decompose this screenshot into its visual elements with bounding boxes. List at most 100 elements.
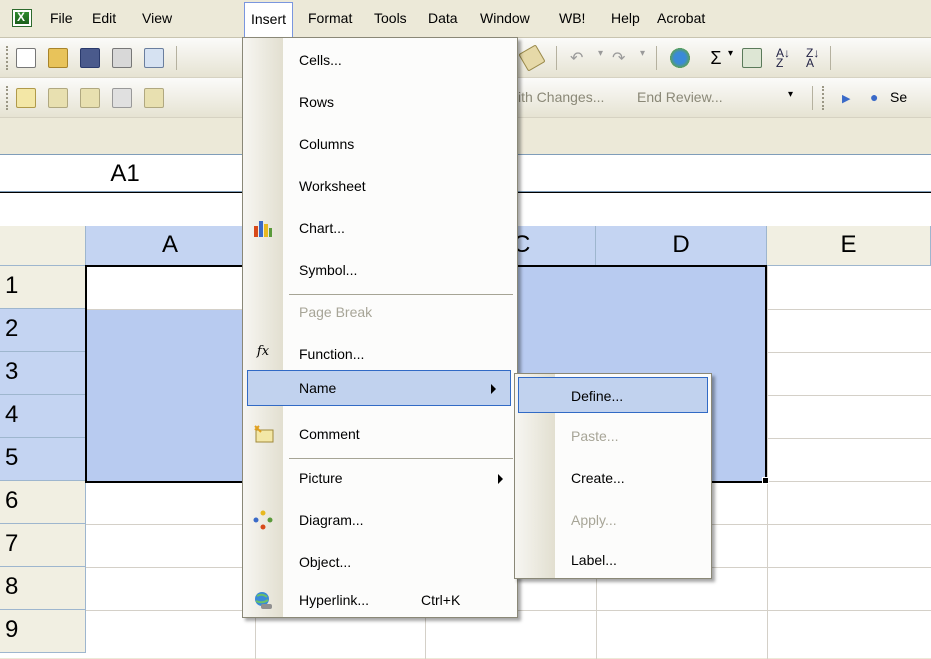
menu-window[interactable]: Window [480,10,530,26]
print-preview-icon[interactable] [144,48,164,68]
menu-item-picture[interactable]: Picture [243,458,517,500]
menu-item-rows[interactable]: Rows [243,82,517,124]
menu-item-label: Create... [571,470,625,486]
menu-tools[interactable]: Tools [374,10,407,26]
toolbar-grip[interactable] [6,46,9,70]
submenu-item-apply[interactable]: Apply... [515,500,711,542]
row-header-5[interactable]: 5 [0,438,86,481]
save-icon[interactable] [80,48,100,68]
menu-item-comment[interactable]: Comment [243,414,517,456]
redo-dropdown-icon[interactable]: ▾ [640,48,660,68]
undo-icon[interactable]: ↶ [570,48,590,68]
redo-icon[interactable]: ↷ [612,48,632,68]
menu-item-label: Chart... [299,220,345,236]
new-comment-icon[interactable] [16,88,36,108]
end-review-button[interactable]: End Review... [637,89,723,105]
menu-item-symbol[interactable]: Symbol... [243,250,517,292]
menu-item-label: Apply... [571,512,617,528]
menu-acrobat[interactable]: Acrobat [657,10,705,26]
menu-item-label: Columns [299,136,355,152]
row-header-6[interactable]: 6 [0,481,86,524]
row-header-3[interactable]: 3 [0,352,86,395]
menu-bar: File Edit View Insert Format Tools Data … [0,0,931,38]
submenu-arrow-icon [491,384,496,394]
submenu-item-label[interactable]: Label... [515,540,711,582]
toolbar-grip[interactable] [822,86,825,110]
security-button[interactable]: Se [890,89,907,105]
name-box[interactable]: A1 [0,154,250,192]
diagram-icon [253,510,273,530]
menu-item-label: Worksheet [299,178,366,194]
format-painter-icon[interactable] [518,44,546,72]
menu-help[interactable]: Help [611,10,640,26]
show-comment-icon[interactable] [112,88,132,108]
submenu-item-create[interactable]: Create... [515,458,711,500]
grid-line [767,266,768,659]
insert-menu: Cells... Rows Columns Worksheet Chart...… [242,37,518,618]
toolbar-separator [656,46,657,70]
menu-format[interactable]: Format [308,10,352,26]
menu-item-shortcut: Ctrl+K [421,592,461,608]
menu-item-label: Picture [299,470,343,486]
toolbar-grip[interactable] [6,86,9,110]
print-icon[interactable] [112,48,132,68]
submenu-arrow-icon [498,474,503,484]
menu-item-label: Define... [571,388,624,404]
chart-icon [253,218,273,238]
toolbar-separator [176,46,177,70]
menu-item-label: Name [299,380,337,396]
menu-file[interactable]: File [50,10,73,26]
row-header-1[interactable]: 1 [0,266,86,309]
menu-data[interactable]: Data [428,10,458,26]
excel-app-icon[interactable] [12,9,32,27]
column-header-e[interactable]: E [767,226,931,266]
name-submenu: Define... Paste... Create... Apply... La… [514,373,712,579]
security-icon[interactable]: ● [870,89,878,105]
menu-insert[interactable]: Insert [244,2,294,38]
new-icon[interactable] [16,48,36,68]
menu-wb[interactable]: WB! [559,10,585,26]
next-comment-icon[interactable] [80,88,100,108]
toolbar-separator [830,46,831,70]
fill-handle[interactable] [762,477,769,484]
menu-item-page-break[interactable]: Page Break [243,292,517,334]
menu-item-diagram[interactable]: Diagram... [243,500,517,542]
autosum-icon[interactable]: Σ [706,48,726,68]
menu-item-label: Cells... [299,52,342,68]
reply-with-changes-button[interactable]: ith Changes... [518,89,604,105]
sort-descending-icon[interactable]: Z↓ A [806,47,826,69]
hyperlink-icon [253,590,273,610]
menu-item-columns[interactable]: Columns [243,124,517,166]
row-header-4[interactable]: 4 [0,395,86,438]
insert-hyperlink-icon[interactable] [670,48,690,68]
select-all-corner[interactable] [0,226,86,266]
menu-view[interactable]: View [142,10,172,26]
toolbar-options-icon[interactable]: ▾ [788,89,793,100]
function-icon: fx [256,344,270,359]
toolbar-expand-icon[interactable]: ▶ [842,92,850,105]
row-header-2[interactable]: 2 [0,309,86,352]
menu-item-label: Label... [571,552,617,568]
row-header-8[interactable]: 8 [0,567,86,610]
submenu-item-paste[interactable]: Paste... [515,416,711,458]
menu-item-label: Object... [299,554,352,570]
menu-item-object[interactable]: Object... [243,542,517,584]
sort-ascending-icon[interactable]: A↓ Z [776,47,796,69]
previous-comment-icon[interactable] [48,88,68,108]
row-header-7[interactable]: 7 [0,524,86,567]
euro-conversion-icon[interactable] [742,48,762,68]
menu-item-name[interactable]: Name [247,370,511,406]
column-header-d[interactable]: D [596,226,767,266]
menu-item-cells[interactable]: Cells... [243,40,517,82]
menu-item-chart[interactable]: Chart... [243,208,517,250]
show-all-comments-icon[interactable] [144,88,164,108]
column-header-a[interactable]: A [86,226,255,266]
open-icon[interactable] [48,48,68,68]
menu-edit[interactable]: Edit [92,10,116,26]
menu-item-hyperlink[interactable]: Hyperlink... Ctrl+K [243,580,517,622]
menu-item-label: Page Break [299,304,373,320]
menu-item-worksheet[interactable]: Worksheet [243,166,517,208]
row-header-9[interactable]: 9 [0,610,86,653]
submenu-item-define[interactable]: Define... [518,377,708,413]
toolbar-separator [556,46,557,70]
